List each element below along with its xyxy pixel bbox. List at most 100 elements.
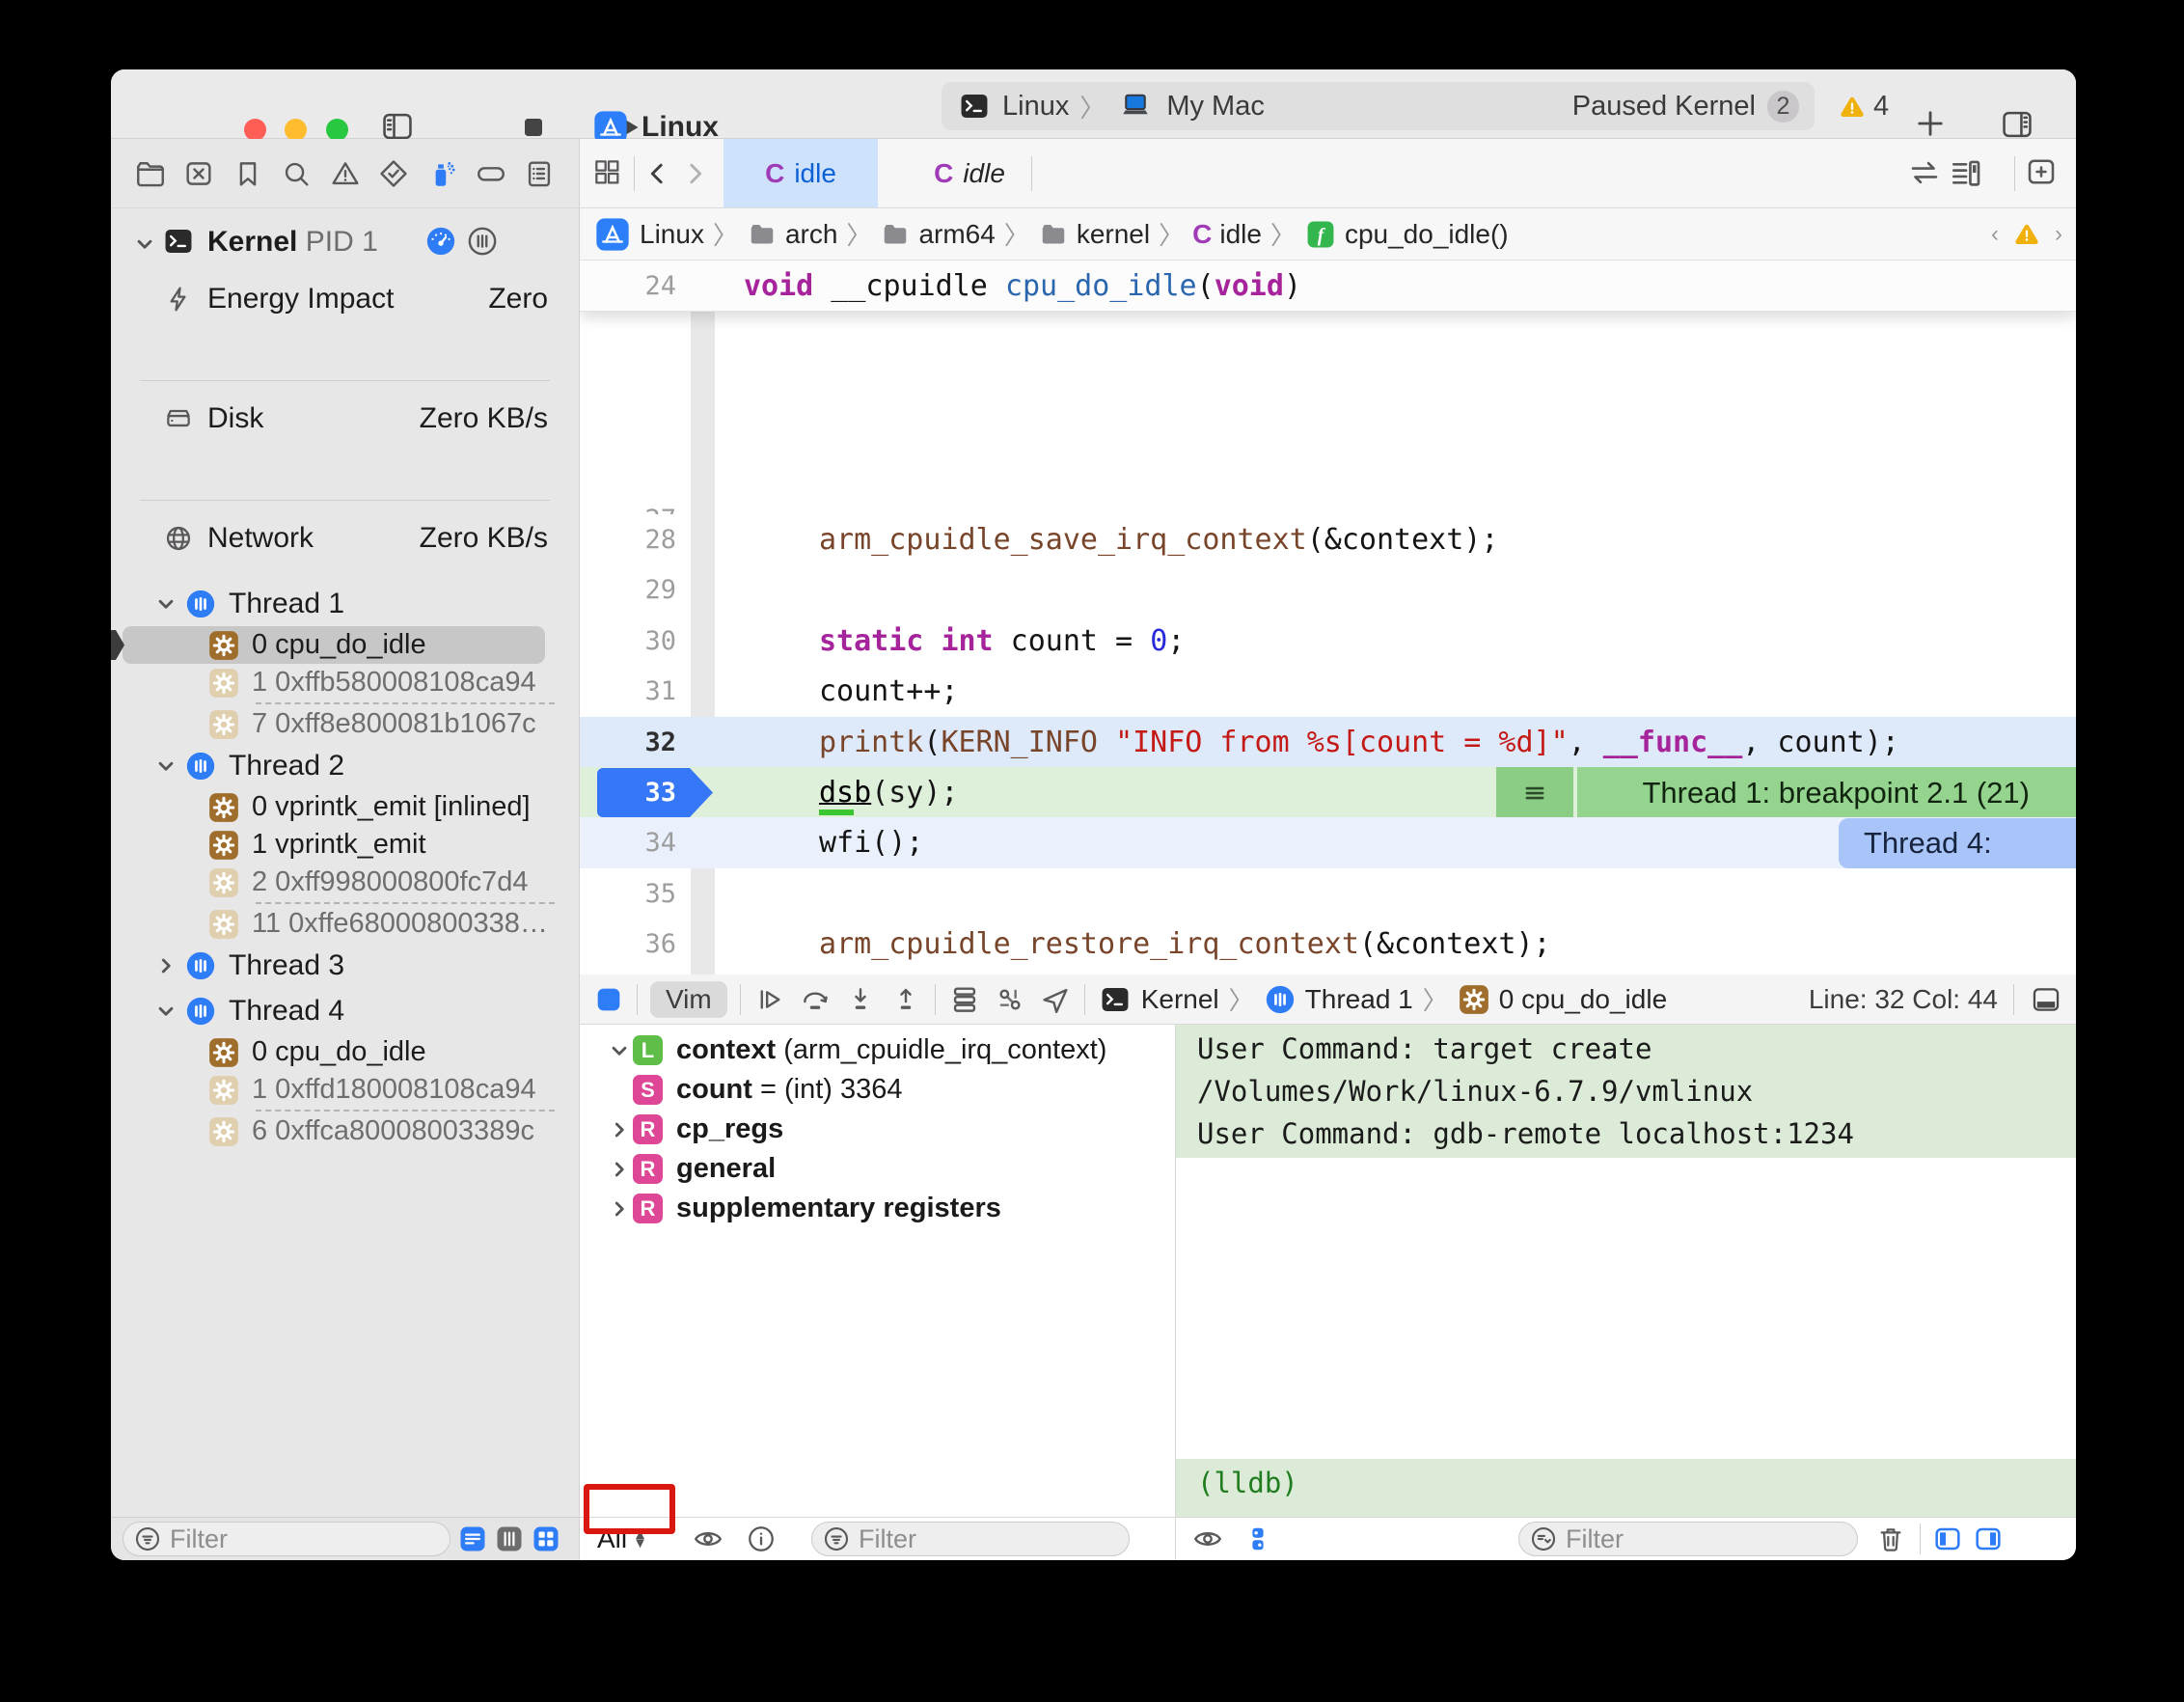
add-editor-icon[interactable] bbox=[2024, 154, 2059, 189]
stack-frame-row[interactable]: 6 0xffca80008003389c bbox=[111, 1112, 579, 1150]
show-console-pane-icon[interactable] bbox=[1973, 1524, 2004, 1554]
next-issue-icon[interactable]: › bbox=[2055, 221, 2062, 248]
navigator-tab-xsquare-icon[interactable] bbox=[182, 157, 215, 190]
code-text[interactable]: arm_cpuidle_restore_irq_context(&context… bbox=[819, 919, 1551, 970]
line-number[interactable]: 29 bbox=[580, 564, 676, 616]
variable-row[interactable]: Scount = (int) 3364 bbox=[580, 1070, 1175, 1110]
stack-frame-row[interactable]: 7 0xff8e800081b1067c bbox=[111, 705, 579, 743]
code-text[interactable]: arm_cpuidle_save_irq_context(&context); bbox=[819, 514, 1498, 565]
navigator-tab-doclist-icon[interactable] bbox=[523, 157, 556, 190]
code-line-31[interactable]: 31 count++; bbox=[580, 666, 2076, 717]
jumpbar-item-arm64[interactable]: arm64 bbox=[880, 219, 995, 250]
chevron-down-icon[interactable] bbox=[153, 754, 178, 779]
code-line-28[interactable]: 28 arm_cpuidle_save_irq_context(&context)… bbox=[580, 514, 2076, 565]
code-text[interactable]: count++; bbox=[819, 666, 959, 717]
step-over-icon[interactable] bbox=[799, 983, 832, 1016]
console-output-toggle-icon[interactable] bbox=[1243, 1524, 1272, 1553]
code-text[interactable]: wfi(); bbox=[819, 817, 923, 868]
code-line-30[interactable]: 30 static int count = 0; bbox=[580, 616, 2076, 667]
chevron-down-icon[interactable] bbox=[153, 999, 178, 1024]
debug-crumb-0-cpu-do-idle[interactable]: 0 cpu_do_idle bbox=[1458, 983, 1667, 1016]
go-back-button[interactable] bbox=[643, 156, 672, 191]
eye-icon[interactable] bbox=[1191, 1523, 1224, 1555]
thread-breakpoint-annotation[interactable]: Thread 1: breakpoint 2.1 (21) bbox=[1577, 767, 2076, 818]
navigator-tab-search-icon[interactable] bbox=[280, 157, 313, 190]
vim-mode-button[interactable]: Vim bbox=[650, 981, 727, 1018]
tab-idle-preview[interactable]: C idle bbox=[908, 139, 1031, 207]
chevron-down-icon[interactable] bbox=[153, 591, 178, 617]
minimize-window-button[interactable] bbox=[285, 119, 307, 141]
memory-graph-icon[interactable] bbox=[994, 983, 1026, 1016]
tab-idle[interactable]: C idle bbox=[723, 139, 878, 207]
continue-execution-icon[interactable] bbox=[753, 983, 786, 1016]
jumpbar-item-arch[interactable]: arch bbox=[747, 219, 837, 250]
previous-issue-icon[interactable]: ‹ bbox=[1991, 221, 1999, 248]
console-filter-input[interactable] bbox=[1566, 1524, 1847, 1554]
navigator-tab-spray-icon[interactable] bbox=[425, 157, 458, 190]
variable-row[interactable]: Lcontext (arm_cpuidle_irq_context) bbox=[580, 1030, 1175, 1070]
code-text[interactable]: static int count = 0; bbox=[819, 616, 1185, 667]
variables-filter-field[interactable] bbox=[811, 1522, 1130, 1556]
code-line-27[interactable]: 27 bbox=[580, 502, 2076, 514]
stack-frame-row[interactable]: 1 0xffd180008108ca94 bbox=[111, 1071, 579, 1109]
chevron-down-icon[interactable] bbox=[607, 1038, 632, 1063]
line-number[interactable]: 27 bbox=[580, 502, 676, 514]
debug-crumb-kernel[interactable]: Kernel bbox=[1098, 983, 1219, 1016]
jumpbar-item-idle[interactable]: Cidle bbox=[1192, 219, 1262, 250]
variable-row[interactable]: Rcp_regs bbox=[580, 1110, 1175, 1149]
navigator-tab-checkdiamond-icon[interactable] bbox=[377, 157, 410, 190]
stack-frame-row[interactable]: 0 cpu_do_idle bbox=[111, 1033, 579, 1071]
thread-row[interactable]: Thread 2 bbox=[111, 743, 579, 788]
stack-frame-row[interactable]: 11 0xffe68000800338… bbox=[111, 905, 579, 943]
chevron-right-icon[interactable] bbox=[607, 1196, 632, 1222]
line-number[interactable]: 28 bbox=[580, 514, 676, 565]
related-items-icon[interactable] bbox=[591, 156, 622, 187]
clear-console-icon[interactable] bbox=[1875, 1524, 1906, 1554]
line-number[interactable]: 30 bbox=[580, 616, 676, 667]
thread-row[interactable]: Thread 3 bbox=[111, 943, 579, 988]
navigator-tab-folder-icon[interactable] bbox=[134, 157, 167, 190]
line-number[interactable]: 32 bbox=[580, 717, 676, 768]
view-mode-2-icon[interactable] bbox=[495, 1524, 524, 1553]
navigator-tab-warntri-icon[interactable] bbox=[329, 157, 362, 190]
step-into-icon[interactable] bbox=[844, 983, 877, 1016]
chevron-down-icon[interactable] bbox=[132, 232, 157, 257]
console-filter-field[interactable] bbox=[1518, 1522, 1858, 1556]
line-number[interactable]: 31 bbox=[580, 666, 676, 717]
quicklook-icon[interactable] bbox=[692, 1523, 724, 1555]
scheme-destination[interactable]: My Mac bbox=[1166, 91, 1265, 123]
stack-frame-row[interactable]: 0 cpu_do_idle bbox=[111, 626, 579, 664]
scheme-selector[interactable]: Linux 〉 My Mac Paused Kernel 2 bbox=[942, 82, 1815, 130]
code-line-36[interactable]: 36arm_cpuidle_restore_irq_context(&conte… bbox=[580, 919, 2076, 970]
code-line-35[interactable]: 35 bbox=[580, 868, 2076, 920]
code-review-icon[interactable] bbox=[1906, 154, 1943, 191]
warning-icon[interactable] bbox=[2012, 221, 2041, 248]
lldb-prompt[interactable]: (lldb) bbox=[1197, 1467, 1298, 1499]
stack-frame-row[interactable]: 1 vprintk_emit bbox=[111, 826, 579, 864]
jumpbar-item-kernel[interactable]: kernel bbox=[1038, 219, 1150, 250]
breakpoints-toggle-icon[interactable] bbox=[593, 984, 624, 1015]
code-text[interactable]: printk(KERN_INFO "INFO from %s[count = %… bbox=[819, 717, 1899, 768]
code-line-33[interactable]: 33 dsb(sy); Thread 1: breakpoint 2.1 (21) bbox=[580, 767, 2076, 818]
gauge-icon[interactable] bbox=[424, 225, 457, 258]
chevron-right-icon[interactable] bbox=[607, 1117, 632, 1142]
code-line-34[interactable]: 34wfi();Thread 4: bbox=[580, 817, 2076, 868]
navigator-filter-field[interactable] bbox=[123, 1522, 450, 1556]
adjust-editor-options-icon[interactable] bbox=[1948, 154, 1984, 191]
show-variables-pane-icon[interactable] bbox=[1932, 1524, 1963, 1554]
view-mode-1-icon[interactable] bbox=[458, 1524, 487, 1553]
scheme-project[interactable]: Linux bbox=[1002, 91, 1069, 123]
variables-scope-selector[interactable]: All ▲▼ bbox=[597, 1524, 647, 1554]
debug-pane-divider[interactable] bbox=[1175, 1025, 1176, 1560]
jumpbar-item-linux[interactable]: Linux bbox=[593, 215, 704, 254]
console-view[interactable]: User Command: target create/Volumes/Work… bbox=[1176, 1025, 2076, 1517]
warnings-indicator[interactable]: 4 bbox=[1838, 91, 1889, 123]
hide-debug-area-icon[interactable] bbox=[2030, 983, 2062, 1016]
variable-row[interactable]: Rgeneral bbox=[580, 1149, 1175, 1189]
thread-position-chip[interactable]: Thread 4: bbox=[1839, 818, 2076, 868]
code-text[interactable]: dsb(sy); bbox=[819, 767, 959, 818]
thread-annotation-grip[interactable] bbox=[1496, 767, 1573, 818]
navigator-tab-capsule-icon[interactable] bbox=[475, 157, 507, 190]
breakpoint-indicator[interactable]: 33 bbox=[597, 768, 713, 817]
stack-frame-row[interactable]: 2 0xff998000800fc7d4 bbox=[111, 864, 579, 901]
